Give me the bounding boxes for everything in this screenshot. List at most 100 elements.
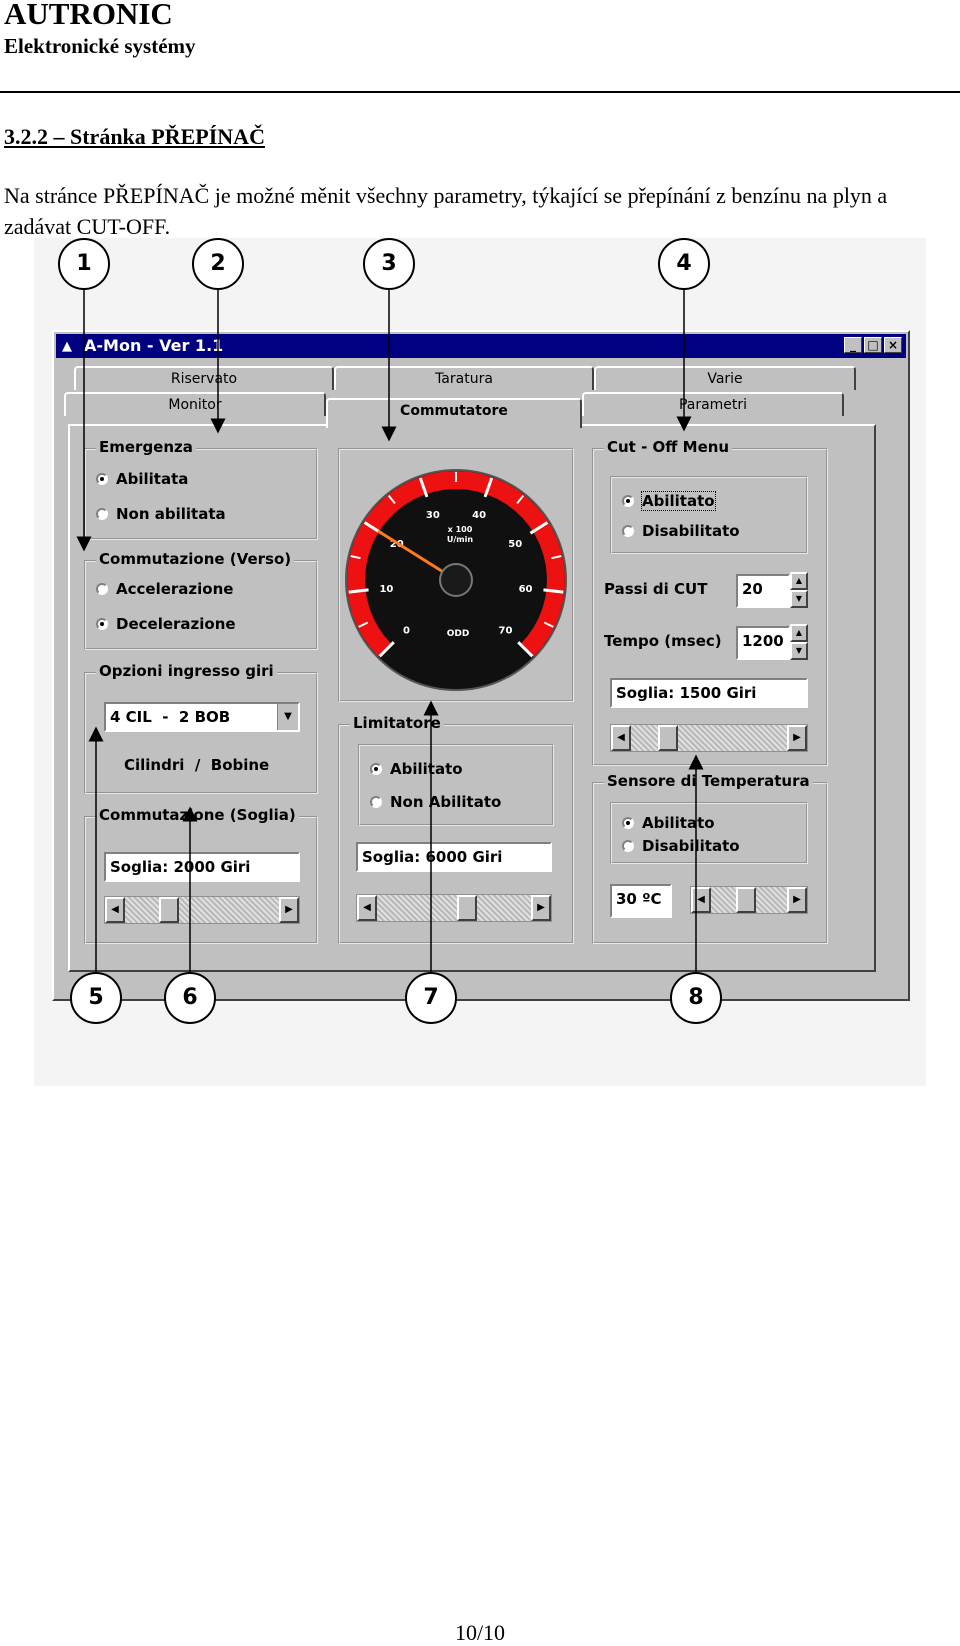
gauge-hub	[439, 563, 473, 597]
radio-label: Disabilitato	[642, 837, 740, 855]
amon-window: ▲ A-Mon - Ver 1.1 _ □ × Riservato Taratu…	[52, 330, 910, 1001]
scroll-right-icon[interactable]: ▶	[531, 895, 551, 921]
cutoff-abilitato-radio[interactable]: Abilitato	[622, 491, 716, 511]
emergenza-abilitata-radio[interactable]: Abilitata	[96, 470, 188, 488]
tempo-input[interactable]: 1200	[736, 626, 790, 660]
tempo-spinner[interactable]: ▲ ▼	[790, 624, 808, 660]
cutoff-soglia-field[interactable]: Soglia: 1500 Giri	[610, 678, 808, 708]
gauge-tick-label: 40	[472, 510, 486, 521]
callout-8: 8	[670, 972, 722, 1024]
radio-label: Disabilitato	[642, 522, 740, 540]
gauge-group: 010203040506070x 100U/minODD	[338, 448, 574, 702]
commutatore-panel: Emergenza Abilitata Non abilitata Commut…	[68, 424, 876, 972]
spin-up-icon[interactable]: ▲	[790, 624, 808, 642]
opzioni-giri-label: Opzioni ingresso giri	[96, 662, 277, 680]
scroll-right-icon[interactable]: ▶	[787, 887, 807, 913]
section-title: 3.2.2 – Stránka PŘEPÍNAČ	[4, 124, 265, 149]
radio-indicator	[622, 817, 634, 829]
slider-thumb[interactable]	[658, 725, 679, 751]
accelerazione-radio[interactable]: Accelerazione	[96, 580, 233, 598]
gauge-tick-label: 50	[508, 539, 522, 550]
scroll-left-icon[interactable]: ◀	[105, 897, 125, 923]
slider-thumb[interactable]	[736, 887, 757, 913]
scroll-left-icon[interactable]: ◀	[357, 895, 377, 921]
callout-4: 4	[658, 238, 710, 290]
limitatore-abilitato-radio[interactable]: Abilitato	[370, 760, 463, 778]
radio-label: Abilitato	[642, 814, 715, 832]
tab-monitor[interactable]: Monitor	[64, 392, 326, 416]
callout-6: 6	[164, 972, 216, 1024]
scroll-right-icon[interactable]: ▶	[279, 897, 299, 923]
temperatura-field[interactable]: 30 ºC	[610, 884, 672, 918]
soglia-commutazione-slider[interactable]: ◀ ▶	[104, 896, 300, 924]
scroll-left-icon[interactable]: ◀	[611, 725, 631, 751]
cutoff-soglia-slider[interactable]: ◀ ▶	[610, 724, 808, 752]
window-title: A-Mon - Ver 1.1	[84, 336, 224, 355]
cil-bob-select[interactable]: 4 CIL - 2 BOB ▼	[104, 702, 300, 732]
minimize-button[interactable]: _	[844, 337, 862, 353]
radio-indicator	[96, 618, 108, 630]
tab-riservato[interactable]: Riservato	[74, 366, 334, 390]
spin-down-icon[interactable]: ▼	[790, 590, 808, 608]
gauge-unit-line-2: U/min	[447, 535, 473, 544]
tab-parametri[interactable]: Parametri	[582, 392, 844, 416]
chevron-down-icon[interactable]: ▼	[277, 704, 298, 730]
sensore-disabilitato-radio[interactable]: Disabilitato	[622, 837, 740, 855]
maximize-button[interactable]: □	[864, 337, 882, 353]
screenshot-figure: 1 2 3 4 5 6 7 8 ▲ A-Mon - Ver 1.1 _ □ × …	[34, 238, 926, 1086]
passi-cut-spinner[interactable]: ▲ ▼	[790, 572, 808, 608]
soglia-limitatore-slider[interactable]: ◀ ▶	[356, 894, 552, 922]
header-rule	[0, 91, 960, 93]
tab-varie[interactable]: Varie	[594, 366, 856, 390]
radio-indicator	[622, 495, 634, 507]
cutoff-options: Abilitato Disabilitato	[610, 476, 808, 554]
radio-indicator	[370, 763, 382, 775]
gauge-tick-label: 10	[379, 584, 393, 595]
tab-commutatore[interactable]: Commutatore	[326, 398, 582, 428]
gauge-tick-label: 0	[403, 625, 410, 636]
callout-1: 1	[58, 238, 110, 290]
spin-up-icon[interactable]: ▲	[790, 572, 808, 590]
soglia-commutazione-field[interactable]: Soglia: 2000 Giri	[104, 852, 300, 882]
rpm-gauge: 010203040506070x 100U/minODD	[345, 469, 567, 691]
intro-paragraph: Na stránce PŘEPÍNAČ je možné měnit všech…	[4, 183, 888, 239]
close-button[interactable]: ×	[884, 337, 902, 353]
page-number: 10/10	[454, 1620, 506, 1645]
spin-down-icon[interactable]: ▼	[790, 642, 808, 660]
gauge-tick-label: 60	[519, 584, 533, 595]
title-bar[interactable]: ▲ A-Mon - Ver 1.1 _ □ ×	[56, 334, 906, 358]
slider-thumb[interactable]	[457, 895, 478, 921]
decelerazione-radio[interactable]: Decelerazione	[96, 615, 236, 633]
scroll-right-icon[interactable]: ▶	[787, 725, 807, 751]
commutazione-soglia-label: Commutazione (Soglia)	[96, 806, 299, 824]
app-icon: ▲	[62, 339, 72, 354]
radio-label: Decelerazione	[116, 615, 236, 633]
gauge-unit-line-1: x 100	[448, 525, 473, 534]
passi-cut-input[interactable]: 20	[736, 574, 790, 608]
temperatura-slider[interactable]: ◀ ▶	[690, 886, 808, 914]
cutoff-disabilitato-radio[interactable]: Disabilitato	[622, 522, 740, 540]
emergenza-non-abilitata-radio[interactable]: Non abilitata	[96, 505, 226, 523]
cilindri-bobine-caption: Cilindri / Bobine	[124, 756, 270, 774]
gauge-tick-label: 70	[499, 625, 513, 636]
tab-taratura[interactable]: Taratura	[334, 366, 594, 390]
callout-5: 5	[70, 972, 122, 1024]
commutazione-verso-group: Commutazione (Verso) Accelerazione Decel…	[84, 550, 318, 650]
select-value: 4 CIL - 2 BOB	[110, 708, 231, 726]
commutazione-verso-label: Commutazione (Verso)	[96, 550, 295, 568]
cutoff-label: Cut - Off Menu	[604, 438, 733, 456]
sensore-label: Sensore di Temperatura	[604, 772, 813, 790]
radio-indicator	[370, 796, 382, 808]
soglia-limitatore-field[interactable]: Soglia: 6000 Giri	[356, 842, 552, 872]
sensore-abilitato-radio[interactable]: Abilitato	[622, 814, 715, 832]
radio-label: Non abilitata	[116, 505, 226, 523]
radio-indicator	[96, 508, 108, 520]
limitatore-non-abilitato-radio[interactable]: Non Abilitato	[370, 793, 501, 811]
sensore-options: Abilitato Disabilitato	[610, 802, 808, 864]
emergenza-group: Emergenza Abilitata Non abilitata	[84, 438, 318, 540]
scroll-left-icon[interactable]: ◀	[691, 887, 711, 913]
limitatore-label: Limitatore	[350, 714, 444, 732]
passi-cut-label: Passi di CUT	[604, 580, 708, 598]
slider-thumb[interactable]	[158, 897, 179, 923]
radio-label: Abilitato	[390, 760, 463, 778]
